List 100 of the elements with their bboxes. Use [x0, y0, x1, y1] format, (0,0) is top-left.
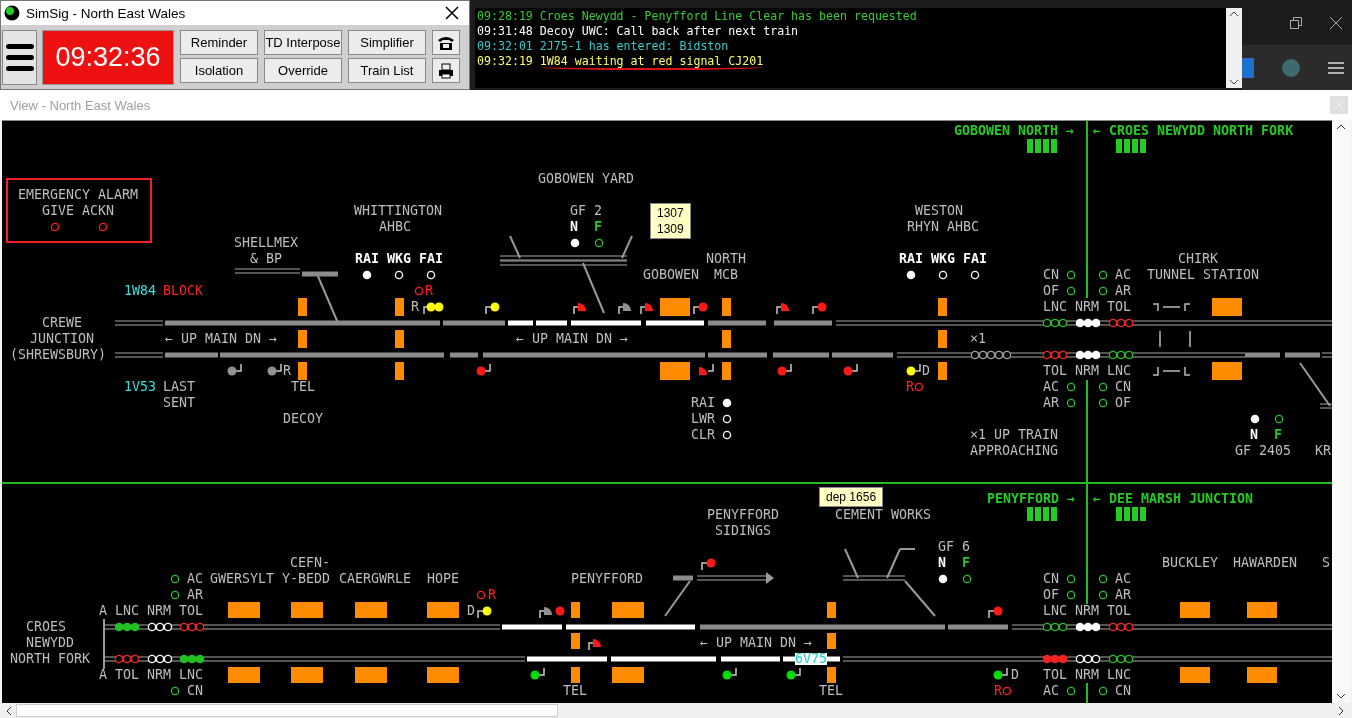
signal-icon[interactable]	[988, 606, 1003, 619]
signal-icon[interactable]	[573, 303, 586, 315]
message-time: 09:28:19	[477, 10, 533, 25]
signal-icon[interactable]	[722, 667, 737, 680]
diagram-label: Y-BEDD	[282, 571, 331, 587]
berth-marker	[291, 667, 323, 683]
berth-marker	[938, 362, 947, 380]
diagram-label: F	[594, 219, 602, 235]
menu-button[interactable]	[2, 30, 37, 85]
scrollbar[interactable]	[1332, 120, 1350, 703]
track-line	[664, 580, 691, 617]
diagram-label: LNC NRM TOL	[1043, 603, 1132, 619]
signal-icon[interactable]	[267, 363, 282, 376]
phone-button[interactable]	[432, 30, 460, 55]
tunnel-marker	[1184, 366, 1191, 376]
toolbar-button[interactable]: Train List	[348, 58, 426, 83]
signal-icon[interactable]	[640, 303, 653, 315]
toolbar-button[interactable]: Simplifier	[348, 30, 426, 55]
diagram-label: GF 6	[938, 539, 971, 555]
signal-icon[interactable]	[776, 303, 789, 315]
diagram-label: N	[570, 219, 578, 235]
diagram-label: RAI	[355, 251, 380, 267]
diagram-label: ×1 UP TRAIN	[970, 427, 1059, 443]
diagram-label: SENT	[163, 395, 196, 411]
scroll-down-icon[interactable]	[1336, 693, 1346, 699]
close-icon[interactable]	[445, 6, 459, 20]
toolbar-button[interactable]: Isolation	[180, 58, 258, 83]
berth-marker	[355, 667, 387, 683]
berth-marker	[660, 298, 690, 316]
menu-icon[interactable]	[1328, 61, 1344, 74]
diagram-label: R	[425, 283, 433, 299]
block-indicator-icon	[1116, 139, 1146, 153]
diagram-label: KR	[1315, 443, 1331, 459]
diagram-label: CROES	[26, 619, 67, 635]
diagram-label: AR	[1115, 283, 1131, 299]
berth-marker	[1212, 362, 1242, 380]
scroll-up-icon[interactable]	[1229, 11, 1239, 17]
diagram-label: F	[1274, 427, 1282, 443]
scrollbar[interactable]	[1226, 8, 1242, 88]
diagram-label: R	[283, 363, 291, 379]
scroll-right-icon[interactable]	[1338, 705, 1344, 716]
restore-icon[interactable]	[1290, 16, 1302, 29]
signal-icon[interactable]	[477, 606, 492, 619]
toolbar-button[interactable]: Override	[264, 58, 342, 83]
signal-icon[interactable]	[843, 363, 858, 376]
printer-icon	[438, 62, 454, 79]
diagram-label: LAST	[163, 379, 196, 395]
diagram-label: AC	[1043, 683, 1059, 699]
berth-marker	[938, 330, 947, 348]
scrollbar-thumb[interactable]	[16, 704, 558, 717]
signal-icon[interactable]	[539, 607, 552, 619]
signal-icon[interactable]	[530, 667, 545, 680]
tunnel-marker	[1152, 366, 1159, 376]
diagram-label: RAI	[691, 395, 716, 411]
diagram-label: NEWYDD	[26, 635, 75, 651]
signal-icon[interactable]	[227, 363, 242, 376]
signal-icon[interactable]	[906, 363, 921, 376]
diagram-label: ← UP MAIN DN →	[516, 331, 629, 347]
log-message: 1W84 waiting at red signal CJ201	[539, 55, 764, 70]
signal-icon[interactable]	[476, 363, 491, 376]
signal-icon[interactable]	[812, 302, 827, 315]
scroll-down-icon[interactable]	[1229, 79, 1239, 85]
berth-marker	[228, 602, 260, 618]
signal-icon[interactable]	[423, 302, 444, 315]
berth-marker	[827, 667, 836, 683]
signal-icon[interactable]	[618, 303, 631, 315]
berth-marker	[571, 633, 580, 649]
scroll-left-icon[interactable]	[6, 705, 12, 716]
telephone-icon	[437, 34, 455, 51]
toolbar-button[interactable]: TD Interpose	[264, 30, 342, 55]
diagram-label: TEL	[563, 683, 588, 699]
diagram-label: RAI	[899, 251, 924, 267]
berth-marker	[571, 602, 580, 618]
print-button[interactable]	[432, 58, 460, 83]
signal-icon[interactable]	[993, 667, 1008, 680]
signal-icon[interactable]	[786, 667, 801, 680]
berth-marker	[827, 633, 836, 649]
berth-marker	[660, 362, 690, 380]
signal-icon[interactable]	[588, 639, 601, 651]
diagram-label: A LNC NRM TOL	[99, 603, 204, 619]
diagram-label: NORTH FORK	[10, 651, 91, 667]
berth-marker	[938, 298, 947, 316]
signal-icon[interactable]	[693, 302, 708, 315]
signal-icon[interactable]	[485, 302, 500, 315]
signal-icon[interactable]	[699, 363, 714, 375]
scroll-up-icon[interactable]	[1336, 124, 1346, 130]
diagram-label: CN	[1043, 571, 1059, 587]
close-icon[interactable]	[1330, 16, 1342, 29]
signal-icon[interactable]	[701, 558, 716, 571]
berth-marker	[571, 667, 580, 683]
diagram-label: AR	[1115, 587, 1131, 603]
diagram-label: DECOY	[283, 411, 324, 427]
toolbar-button[interactable]: Reminder	[180, 30, 258, 55]
block-indicator-icon	[1027, 507, 1057, 521]
diagram-label: R	[488, 587, 496, 603]
tooltip: 1307 1309	[650, 203, 691, 239]
diagram-label: CN	[1043, 267, 1059, 283]
berth-marker	[1180, 602, 1210, 618]
signal-icon[interactable]	[777, 363, 792, 376]
diagram-label: CN	[1115, 683, 1131, 699]
